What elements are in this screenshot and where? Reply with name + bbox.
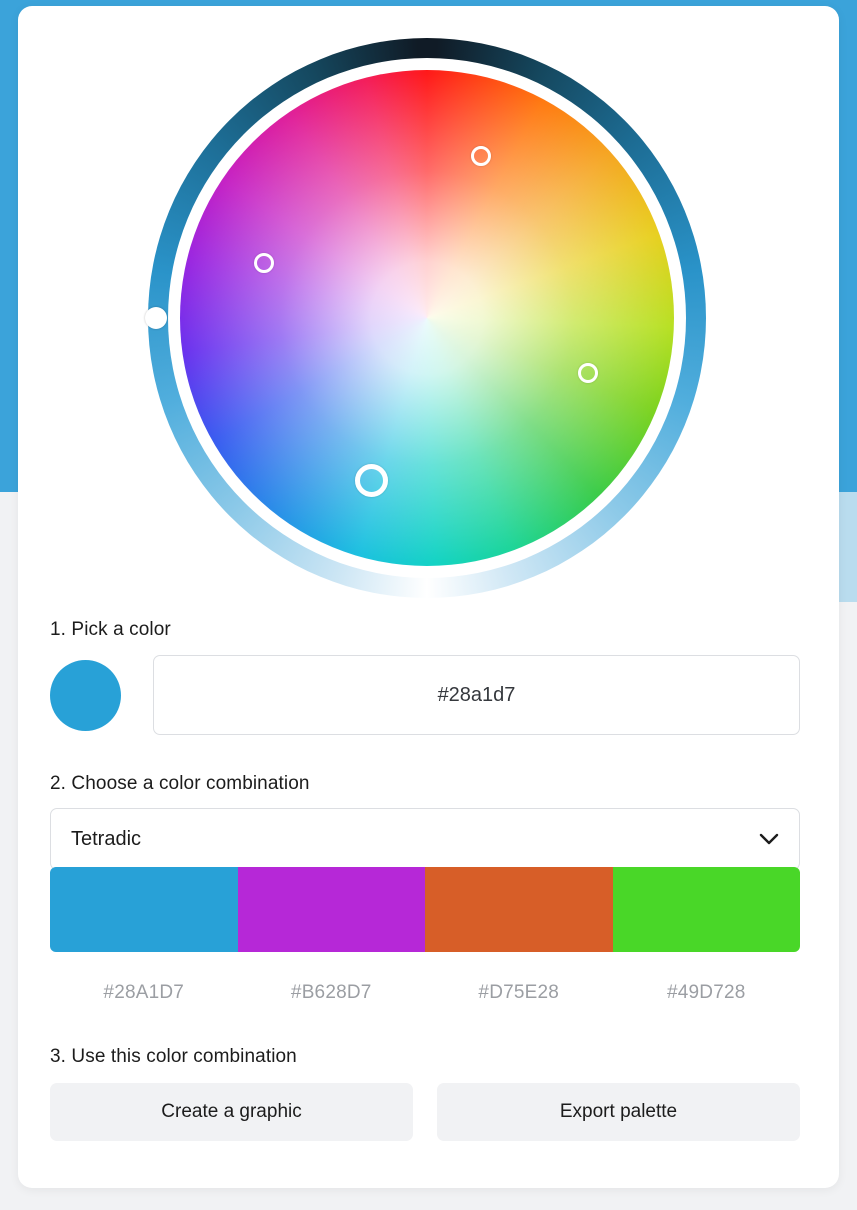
color-picker-card: 1. Pick a color #28a1d7 2. Choose a colo… — [18, 6, 839, 1188]
palette-hex-label: #D75E28 — [478, 982, 560, 1003]
step2-label: 2. Choose a color combination — [50, 773, 310, 794]
step3-label: 3. Use this color combination — [50, 1046, 297, 1067]
palette-swatch[interactable] — [612, 867, 800, 952]
action-buttons: Create a graphic Export palette — [50, 1083, 800, 1141]
palette-swatches[interactable] — [50, 867, 800, 952]
brightness-ring-handle[interactable] — [145, 307, 167, 329]
marker-orange[interactable] — [471, 146, 491, 166]
palette-swatch[interactable] — [237, 867, 425, 952]
marker-blue[interactable] — [354, 463, 388, 497]
hue-saturation-disc[interactable] — [180, 70, 674, 566]
marker-green[interactable] — [578, 363, 598, 383]
color-combination-value: Tetradic — [71, 827, 142, 850]
pick-color-row: #28a1d7 — [50, 655, 800, 735]
palette-swatch[interactable] — [50, 867, 238, 952]
hex-input[interactable]: #28a1d7 — [153, 655, 800, 735]
palette-hex-label: #49D728 — [666, 982, 746, 1003]
palette-swatch[interactable] — [425, 867, 613, 952]
palette-hex-labels: #28A1D7 #B628D7 #D75E28 #49D728 — [50, 982, 800, 1004]
export-palette-button[interactable]: Export palette — [437, 1083, 800, 1141]
create-graphic-button[interactable]: Create a graphic — [50, 1083, 413, 1141]
color-combination-select[interactable]: Tetradic — [50, 808, 800, 870]
palette-hex-label: #28A1D7 — [103, 982, 185, 1003]
palette-hex-label: #B628D7 — [290, 982, 372, 1003]
selected-color-swatch[interactable] — [50, 660, 121, 731]
marker-purple[interactable] — [254, 253, 274, 273]
chevron-down-icon[interactable] — [759, 833, 779, 845]
step1-label: 1. Pick a color — [50, 619, 171, 640]
color-wheel[interactable] — [145, 38, 706, 598]
